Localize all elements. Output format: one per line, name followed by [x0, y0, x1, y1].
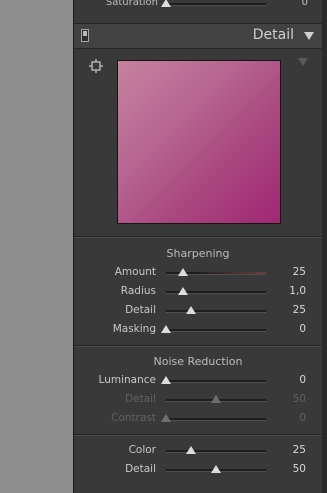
color-noise-divider [74, 434, 322, 436]
sharpening-amount-value[interactable]: 25 [293, 266, 306, 278]
target-adjustment-icon[interactable] [89, 59, 103, 73]
sharpening-detail-track[interactable] [166, 310, 266, 313]
noise-contrast-track[interactable] [166, 418, 266, 421]
panel-scrollbar[interactable] [322, 0, 327, 493]
sharpening-masking-value[interactable]: 0 [299, 323, 306, 335]
panel-switch-toggle[interactable] [81, 29, 89, 42]
sharpening-detail-label: Detail [125, 304, 156, 316]
sharpening-radius-thumb[interactable] [178, 287, 188, 295]
saturation-thumb[interactable] [161, 0, 171, 7]
noise-luminance-value[interactable]: 0 [299, 374, 306, 386]
sharpening-amount-label: Amount [114, 266, 156, 278]
color-noise-detail-label: Detail [125, 463, 156, 475]
sharpening-radius-label: Radius [120, 285, 156, 297]
noise-luminance-row: Luminance 0 [74, 372, 322, 390]
color-noise-color-track[interactable] [166, 450, 266, 453]
collapse-triangle-icon[interactable] [304, 32, 314, 40]
detail-preview-area [74, 49, 322, 235]
sharpening-detail-value[interactable]: 25 [293, 304, 306, 316]
noise-reduction-heading: Noise Reduction [153, 355, 243, 368]
noise-detail-value[interactable]: 50 [293, 393, 306, 405]
develop-right-panel: Saturation 0 Detail Sharpening Amount 25 R… [73, 0, 327, 493]
sharpening-radius-row: Radius 1,0 [74, 283, 322, 301]
sharpening-amount-thumb[interactable] [178, 268, 188, 276]
color-noise-detail-row: Detail 50 [74, 461, 322, 479]
sharpening-radius-value[interactable]: 1,0 [289, 285, 306, 297]
detail-panel-header[interactable]: Detail [74, 23, 322, 49]
color-noise-color-label: Color [128, 444, 156, 456]
sharpening-amount-row: Amount 25 [74, 264, 322, 282]
sharpening-heading: Sharpening [166, 247, 230, 260]
noise-contrast-label: Contrast [111, 412, 156, 424]
color-noise-color-value[interactable]: 25 [293, 444, 306, 456]
noise-contrast-row: Contrast 0 [74, 410, 322, 428]
preview-collapse-triangle-icon[interactable] [298, 58, 308, 66]
noise-detail-row: Detail 50 [74, 391, 322, 409]
noise-luminance-label: Luminance [98, 374, 156, 386]
sharpening-masking-thumb[interactable] [161, 325, 171, 333]
sharpening-masking-row: Masking 0 [74, 321, 322, 339]
color-noise-color-row: Color 25 [74, 442, 322, 460]
color-noise-detail-thumb[interactable] [211, 465, 221, 473]
noise-contrast-thumb[interactable] [161, 414, 171, 422]
sharpening-masking-label: Masking [112, 323, 156, 335]
saturation-track[interactable] [166, 3, 266, 6]
sharpening-divider [74, 236, 322, 238]
color-noise-color-thumb[interactable] [186, 446, 196, 454]
noise-luminance-track[interactable] [166, 380, 266, 383]
noise-detail-label: Detail [125, 393, 156, 405]
left-background [0, 0, 73, 493]
saturation-label: Saturation [105, 0, 158, 8]
sharpening-detail-thumb[interactable] [186, 306, 196, 314]
saturation-slider-row: Saturation 0 [74, 0, 322, 14]
detail-zoom-preview[interactable] [117, 60, 281, 224]
sharpening-masking-track[interactable] [166, 329, 266, 332]
sharpening-detail-row: Detail 25 [74, 302, 322, 320]
saturation-value[interactable]: 0 [302, 0, 308, 8]
noise-detail-thumb[interactable] [211, 395, 221, 403]
color-noise-detail-value[interactable]: 50 [293, 463, 306, 475]
noise-contrast-value[interactable]: 0 [299, 412, 306, 424]
noise-luminance-thumb[interactable] [161, 376, 171, 384]
noise-reduction-divider [74, 345, 322, 347]
panel-title: Detail [252, 27, 294, 43]
